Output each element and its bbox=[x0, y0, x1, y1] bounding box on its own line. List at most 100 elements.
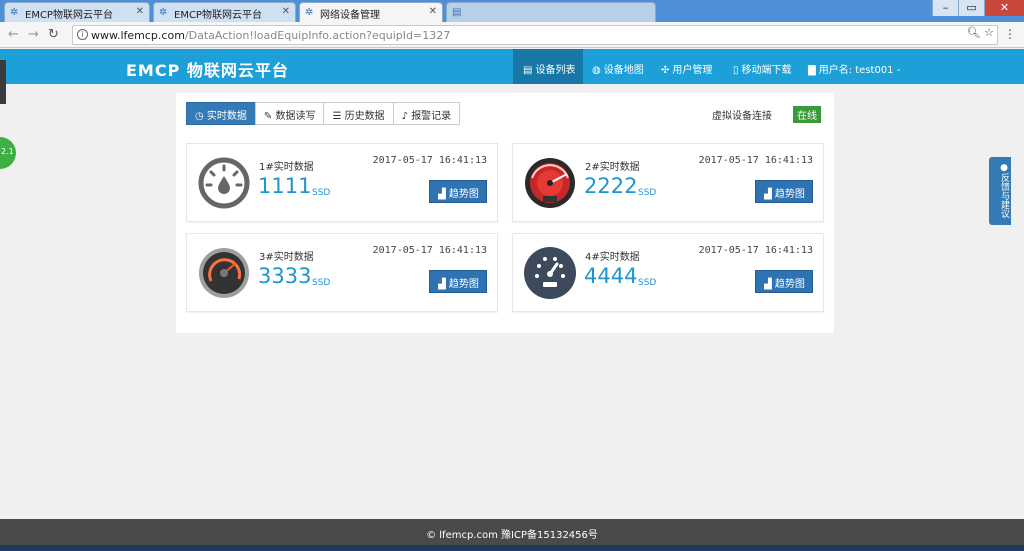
browser-tabstrip: ✲ EMCP物联网云平台 ✕ ✲ EMCP物联网云平台 ✕ ✲ 网络设备管理 ✕… bbox=[0, 0, 1024, 22]
browser-tab-1[interactable]: ✲ EMCP物联网云平台 ✕ bbox=[4, 2, 150, 22]
reload-icon[interactable]: ↻ bbox=[48, 27, 59, 42]
browser-tab-4[interactable]: ▤ bbox=[446, 2, 656, 22]
card-unit: SSD bbox=[312, 278, 331, 288]
nav-device-list[interactable]: ▤ 设备列表 bbox=[513, 49, 583, 84]
site-favicon-icon: ✲ bbox=[305, 7, 314, 18]
card-timestamp: 2017-05-17 16:41:13 bbox=[372, 245, 487, 256]
feedback-tab[interactable]: ●反馈与建议 bbox=[989, 157, 1011, 225]
site-favicon-icon: ✲ bbox=[10, 7, 19, 18]
page-footer: © lfemcp.com 豫ICP备15132456号 bbox=[0, 519, 1024, 545]
speedometer-drop-icon bbox=[198, 157, 250, 209]
nav-device-map[interactable]: ◍ 设备地图 bbox=[592, 49, 644, 84]
card-value: 2222 bbox=[584, 174, 638, 198]
tab-data-read-write[interactable]: ✎ 数据读写 bbox=[254, 102, 325, 125]
tab-label: 历史数据 bbox=[344, 111, 385, 122]
window-close-icon[interactable]: ✕ bbox=[984, 0, 1024, 16]
card-title: 1#实时数据 bbox=[259, 162, 314, 173]
brand-logo[interactable]: EMCP 物联网云平台 bbox=[126, 57, 289, 81]
trend-chart-button[interactable]: ▟ 趋势图 bbox=[429, 180, 487, 203]
tab-alarm-records[interactable]: ♪ 报警记录 bbox=[392, 102, 461, 125]
nav-mobile-download[interactable]: ▯ 移动端下载 bbox=[733, 49, 792, 84]
nav-label: 设备列表 bbox=[535, 65, 576, 76]
panel-tabs: ◷ 实时数据 ✎ 数据读写 ☰ 历史数据 ♪ 报警记录 bbox=[186, 102, 461, 125]
button-label: 趋势图 bbox=[774, 189, 805, 200]
clock-icon: ◷ bbox=[195, 111, 207, 122]
trend-chart-button[interactable]: ▟ 趋势图 bbox=[755, 270, 813, 293]
feedback-label: 反馈与建议 bbox=[999, 173, 1009, 218]
browser-menu-icon[interactable]: ⋮ bbox=[1004, 27, 1016, 41]
browser-tab-2[interactable]: ✲ EMCP物联网云平台 ✕ bbox=[153, 2, 296, 22]
nav-user-management[interactable]: ✣ 用户管理 bbox=[661, 49, 712, 84]
card-value: 4444 bbox=[584, 264, 638, 288]
card-unit: SSD bbox=[312, 188, 331, 198]
browser-tab-3[interactable]: ✲ 网络设备管理 ✕ bbox=[299, 2, 443, 22]
tab-label: 数据读写 bbox=[275, 111, 316, 122]
nav-label: 用户管理 bbox=[672, 65, 713, 76]
os-taskbar bbox=[0, 545, 1024, 551]
address-bar: ← → ↻ i www.lfemcp.com/DataAction!loadEq… bbox=[0, 22, 1024, 48]
chart-icon: ▟ bbox=[764, 279, 775, 290]
button-label: 趋势图 bbox=[774, 279, 805, 290]
footer-text: lfemcp.com 豫ICP备15132456号 bbox=[439, 530, 598, 541]
url-path: /DataAction!loadEquipInfo.action?equipId… bbox=[184, 29, 451, 42]
card-timestamp: 2017-05-17 16:41:13 bbox=[372, 155, 487, 166]
card-title: 4#实时数据 bbox=[585, 252, 640, 263]
card-value: 1111 bbox=[258, 174, 312, 198]
chart-icon: ▟ bbox=[438, 279, 449, 290]
nav-user-menu[interactable]: ▇ 用户名: test001 - bbox=[808, 49, 900, 84]
document-favicon-icon: ▤ bbox=[452, 7, 462, 18]
nav-label: 用户名: test001 - bbox=[818, 65, 901, 76]
nav-label: 设备地图 bbox=[603, 65, 644, 76]
trend-chart-button[interactable]: ▟ 趋势图 bbox=[755, 180, 813, 203]
card-timestamp: 2017-05-17 16:41:13 bbox=[698, 155, 813, 166]
tab-history-data[interactable]: ☰ 历史数据 bbox=[323, 102, 394, 125]
url-host: www.lfemcp.com bbox=[91, 29, 185, 42]
list-icon: ☰ bbox=[332, 111, 345, 122]
app-header: EMCP 物联网云平台 ▤ 设备列表 ◍ 设备地图 ✣ 用户管理 ▯ 移动端下载 ▇ 用户… bbox=[0, 49, 1024, 84]
data-card-2: 2#实时数据 2017-05-17 16:41:13 2222 SSD ▟ 趋势… bbox=[512, 143, 824, 222]
globe-icon: ◍ bbox=[592, 65, 601, 76]
device-panel: ◷ 实时数据 ✎ 数据读写 ☰ 历史数据 ♪ 报警记录 虚拟设备连接 在线 1#… bbox=[176, 93, 834, 333]
tab-label: 报警记录 bbox=[411, 111, 452, 122]
nav-label: 移动端下载 bbox=[741, 65, 792, 76]
card-value: 3333 bbox=[258, 264, 312, 288]
users-icon: ✣ bbox=[661, 65, 670, 76]
card-unit: SSD bbox=[638, 278, 657, 288]
pencil-icon: ✎ bbox=[263, 111, 276, 122]
chart-icon: ▟ bbox=[764, 189, 775, 200]
forward-arrow-icon[interactable]: → bbox=[28, 27, 39, 42]
trend-chart-button[interactable]: ▟ 趋势图 bbox=[429, 270, 487, 293]
chart-icon: ▟ bbox=[438, 189, 449, 200]
back-arrow-icon[interactable]: ← bbox=[8, 27, 19, 42]
connection-label: 虚拟设备连接 bbox=[712, 111, 772, 122]
badge-label: 2.1 bbox=[1, 147, 14, 156]
close-icon[interactable]: ✕ bbox=[136, 6, 144, 17]
dark-speedometer-icon bbox=[199, 248, 249, 298]
button-label: 趋势图 bbox=[448, 189, 479, 200]
floating-badge[interactable]: 2.1 bbox=[0, 137, 16, 169]
left-edge-handle[interactable] bbox=[0, 60, 6, 104]
chat-icon: ● bbox=[999, 163, 1009, 173]
zoom-search-icon[interactable]: 🔍︎ ☆ bbox=[967, 26, 994, 39]
status-badge: 在线 bbox=[793, 106, 821, 123]
card-timestamp: 2017-05-17 16:41:13 bbox=[698, 245, 813, 256]
data-card-3: 3#实时数据 2017-05-17 16:41:13 3333 SSD ▟ 趋势… bbox=[186, 233, 498, 312]
minimize-icon[interactable]: – bbox=[932, 0, 958, 16]
browser-tab-label: 网络设备管理 bbox=[320, 10, 380, 21]
maximize-icon[interactable]: ▭ bbox=[958, 0, 984, 16]
browser-tab-label: EMCP物联网云平台 bbox=[25, 10, 113, 21]
card-title: 2#实时数据 bbox=[585, 162, 640, 173]
flat-speedometer-icon bbox=[524, 247, 576, 299]
user-icon: ▇ bbox=[808, 65, 816, 76]
window-controls: – ▭ ✕ bbox=[932, 0, 1024, 16]
url-input[interactable]: i www.lfemcp.com/DataAction!loadEquipInf… bbox=[72, 25, 998, 45]
list-icon: ▤ bbox=[523, 65, 533, 76]
info-icon[interactable]: i bbox=[77, 29, 88, 40]
card-unit: SSD bbox=[638, 188, 657, 198]
tab-realtime-data[interactable]: ◷ 实时数据 bbox=[186, 102, 256, 125]
mobile-icon: ▯ bbox=[733, 65, 739, 76]
close-icon[interactable]: ✕ bbox=[429, 6, 437, 17]
close-icon[interactable]: ✕ bbox=[282, 6, 290, 17]
data-card-4: 4#实时数据 2017-05-17 16:41:13 4444 SSD ▟ 趋势… bbox=[512, 233, 824, 312]
red-speedometer-icon bbox=[525, 158, 575, 208]
